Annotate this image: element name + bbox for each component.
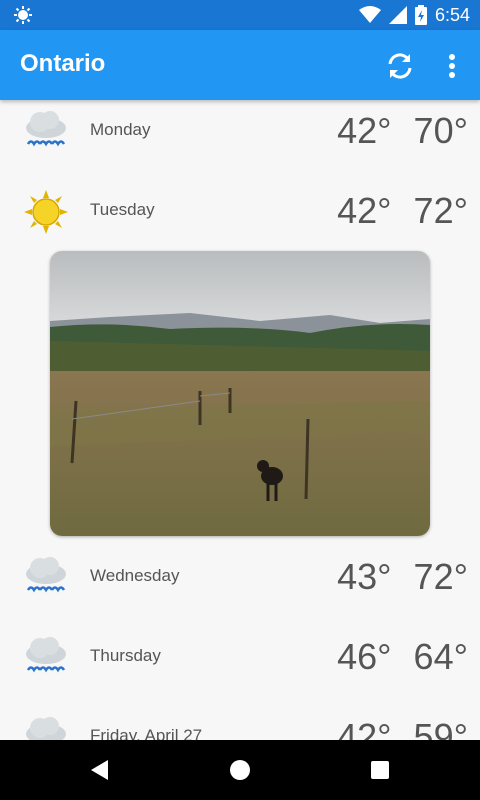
forecast-row-wednesday[interactable]: Wednesday 43° 72° [0, 546, 480, 626]
high-temp: 70° [413, 110, 468, 151]
overflow-menu-icon[interactable] [440, 50, 464, 82]
status-time: 6:54 [434, 4, 470, 25]
low-temp: 46° [337, 636, 392, 677]
rain-icon [26, 111, 66, 147]
notification-icon [14, 6, 32, 24]
sun-icon [24, 190, 68, 234]
day-label: Wednesday [90, 566, 180, 585]
day-label: Thursday [90, 646, 161, 665]
rain-icon [26, 557, 66, 593]
forecast-list[interactable]: Monday 42° 70° Tuesday 42° 72° Wednesday… [0, 100, 480, 740]
forecast-row-tuesday[interactable]: Tuesday 42° 72° [0, 180, 480, 260]
forecast-row-thursday[interactable]: Thursday 46° 64° [0, 626, 480, 706]
refresh-icon[interactable] [384, 50, 416, 82]
recents-icon[interactable] [368, 758, 392, 782]
rain-icon [26, 717, 66, 740]
high-temp: 72° [413, 556, 468, 597]
temperature-range: 42° 59° [315, 716, 468, 740]
home-icon[interactable] [228, 758, 252, 782]
signal-icon [388, 6, 407, 24]
temperature-range: 46° 64° [315, 636, 468, 678]
high-temp: 72° [413, 190, 468, 231]
day-label: Monday [90, 120, 151, 139]
page-title: Ontario [20, 50, 106, 77]
forecast-row-friday[interactable]: Friday, April 27 42° 59° [0, 706, 480, 740]
day-label: Tuesday [90, 200, 155, 219]
temperature-range: 43° 72° [315, 556, 468, 598]
high-temp: 59° [413, 716, 468, 740]
low-temp: 42° [337, 110, 392, 151]
app-bar: Ontario [0, 30, 480, 100]
battery-icon [414, 5, 427, 25]
low-temp: 43° [337, 556, 392, 597]
high-temp: 64° [413, 636, 468, 677]
low-temp: 42° [337, 190, 392, 231]
low-temp: 42° [337, 716, 392, 740]
wifi-icon [358, 6, 381, 23]
back-icon[interactable] [88, 758, 112, 782]
landscape-photo [50, 251, 430, 536]
temperature-range: 42° 72° [315, 190, 468, 232]
temperature-range: 42° 70° [315, 110, 468, 152]
day-label: Friday, April 27 [90, 726, 203, 740]
navigation-bar [0, 740, 480, 800]
status-bar: 6:54 [0, 0, 480, 30]
rain-icon [26, 637, 66, 673]
forecast-row-monday[interactable]: Monday 42° 70° [0, 100, 480, 180]
